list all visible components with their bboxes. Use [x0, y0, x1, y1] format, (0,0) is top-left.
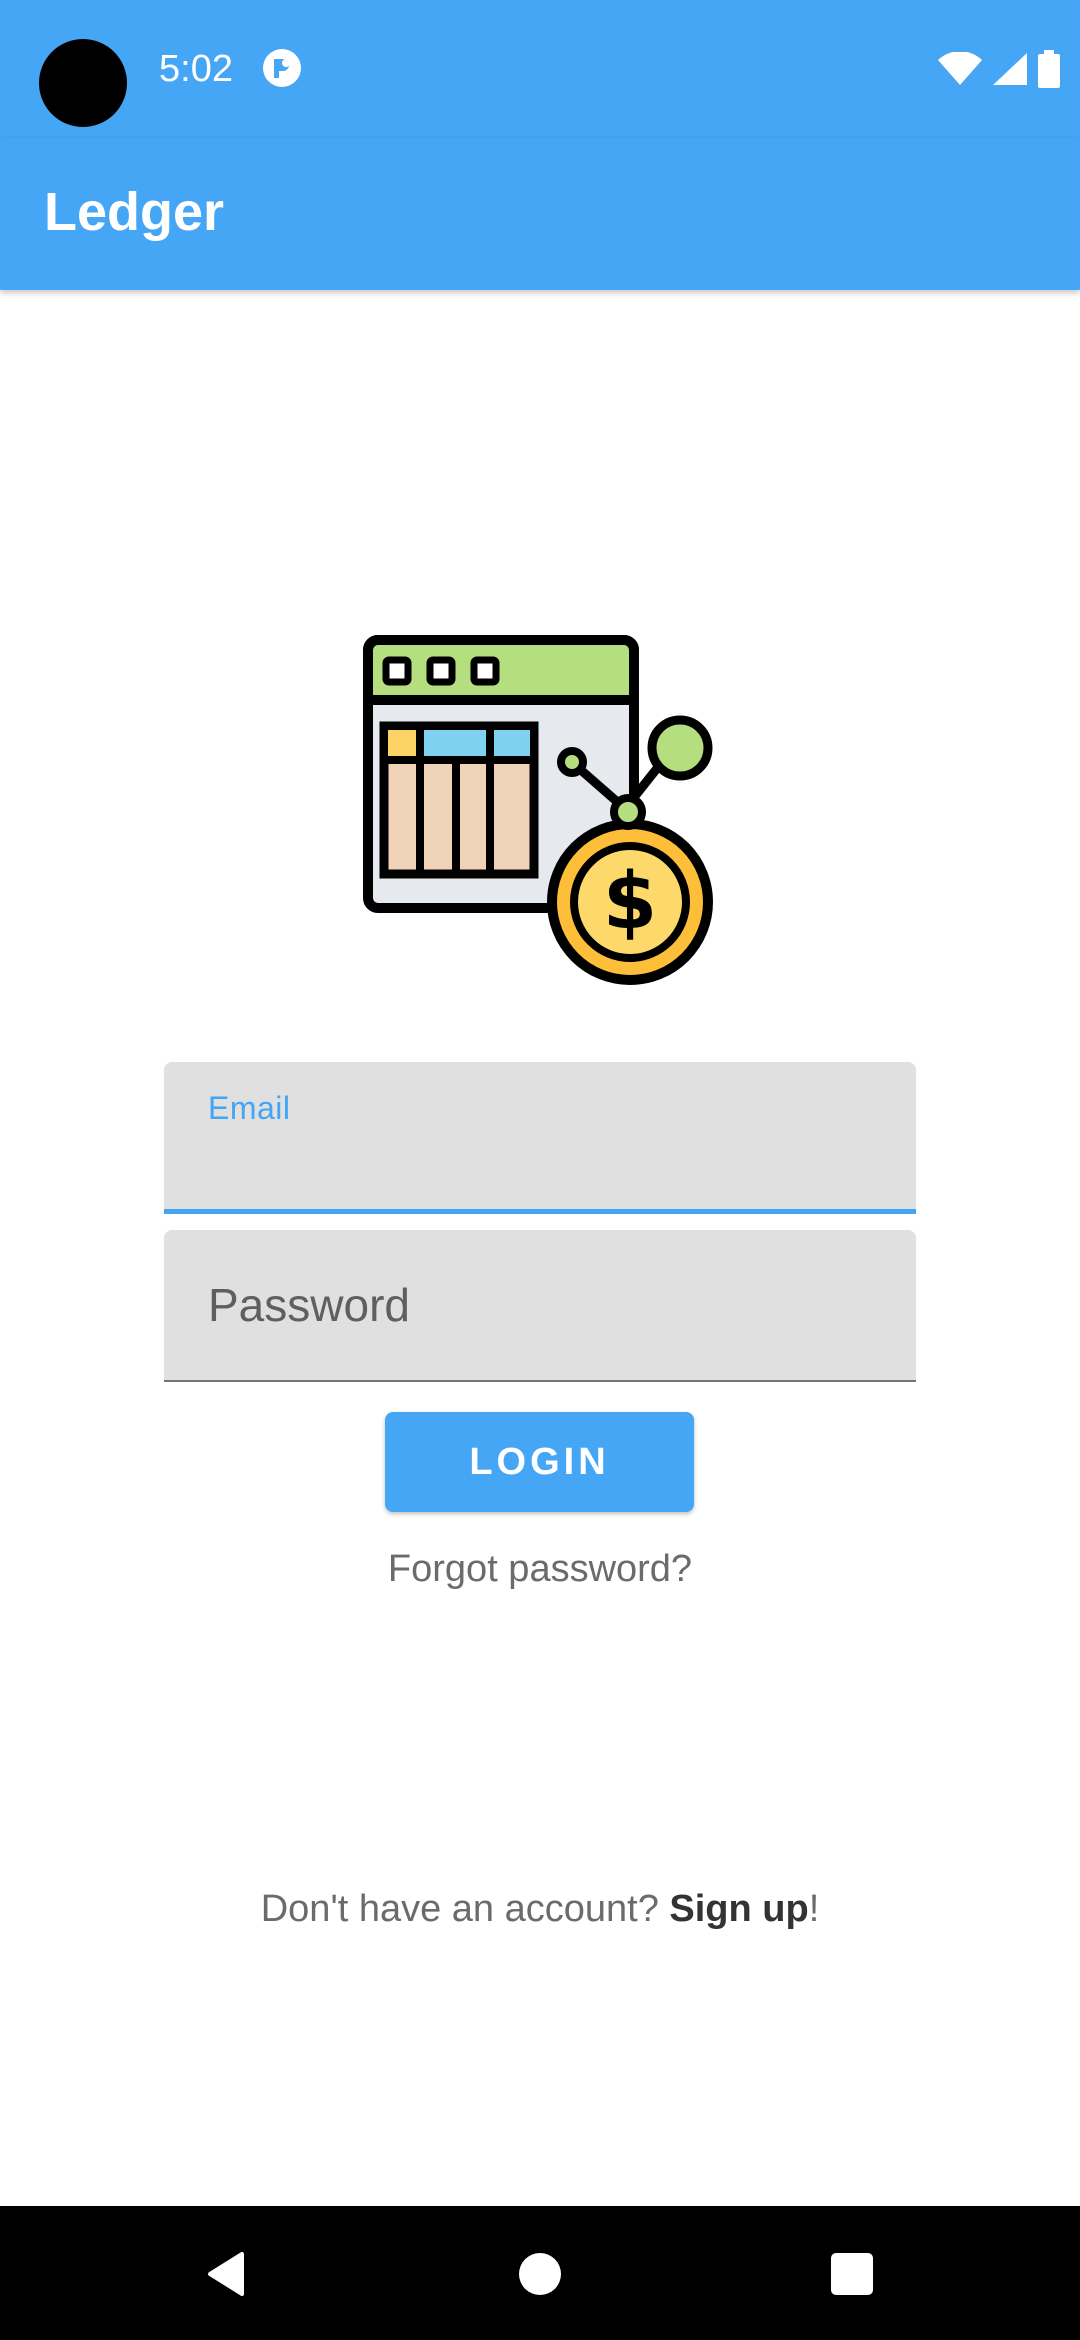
battery-icon: [1038, 50, 1060, 88]
app-bar: Ledger: [0, 138, 1080, 290]
status-bar: 5:02: [0, 0, 1080, 138]
wifi-icon: [938, 52, 982, 85]
svg-text:$: $: [603, 857, 657, 947]
signup-suffix: !: [808, 1888, 820, 1930]
email-field[interactable]: Email: [164, 1062, 916, 1214]
signup-prompt: Don't have an account? Sign up!: [0, 1888, 1080, 1931]
ledger-spreadsheet-dollar-icon: $: [363, 635, 713, 985]
status-time: 5:02: [159, 48, 233, 90]
navigation-bar: [0, 2206, 1080, 2340]
app-title: Ledger: [44, 182, 225, 242]
cell-signal-icon: [993, 53, 1027, 85]
status-icons: [938, 46, 1060, 92]
password-placeholder: Password: [208, 1279, 410, 1331]
camera-cutout: [39, 39, 127, 127]
login-button[interactable]: LOGIN: [385, 1412, 694, 1512]
back-icon[interactable]: [198, 2246, 254, 2302]
recents-icon[interactable]: [824, 2246, 880, 2302]
password-field[interactable]: Password: [164, 1230, 916, 1382]
home-icon[interactable]: [512, 2246, 568, 2302]
forgot-password-link[interactable]: Forgot password?: [0, 1548, 1080, 1591]
signup-prompt-text: Don't have an account?: [260, 1888, 670, 1930]
app-notification-icon: [263, 49, 301, 87]
signup-link[interactable]: Sign up: [669, 1888, 808, 1930]
email-label: Email: [208, 1090, 291, 1126]
